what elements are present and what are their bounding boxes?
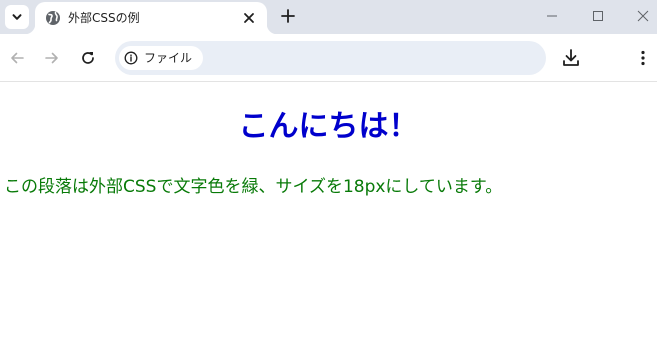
active-tab[interactable]: 外部CSSの例 [25,2,277,34]
back-button[interactable] [5,46,29,70]
site-info-label: ファイル [144,51,193,65]
tab-strip: 外部CSSの例 [0,0,657,34]
page-content: こんにちは！ この段落は外部CSSで文字色を緑、サイズを18pxにしています。 [0,83,657,348]
page-heading: こんにちは！ [238,109,419,144]
page-paragraph: この段落は外部CSSで文字色を緑、サイズを18pxにしています。 [4,177,503,197]
maximize-icon [593,11,603,21]
globe-icon [46,11,60,25]
chevron-down-icon [12,14,22,20]
forward-button[interactable] [40,46,64,70]
more-menu-icon[interactable] [634,46,652,70]
close-window-icon [637,10,649,22]
arrow-right-icon [45,52,58,64]
site-info-chip[interactable]: ファイル [119,46,203,70]
toolbar: ファイル [0,34,657,82]
address-bar[interactable]: ファイル [115,41,546,75]
arrow-left-icon [11,52,24,64]
maximize-button[interactable] [586,5,610,27]
new-tab-plus-icon[interactable] [278,6,298,26]
tab-title: 外部CSSの例 [68,11,140,25]
download-icon[interactable] [559,46,583,70]
minimize-icon [547,15,557,17]
close-icon[interactable] [241,10,257,26]
close-window-button[interactable] [631,5,655,27]
minimize-button[interactable] [540,5,564,27]
reload-button[interactable] [76,46,100,70]
reload-icon [82,52,94,64]
info-icon [124,51,138,65]
